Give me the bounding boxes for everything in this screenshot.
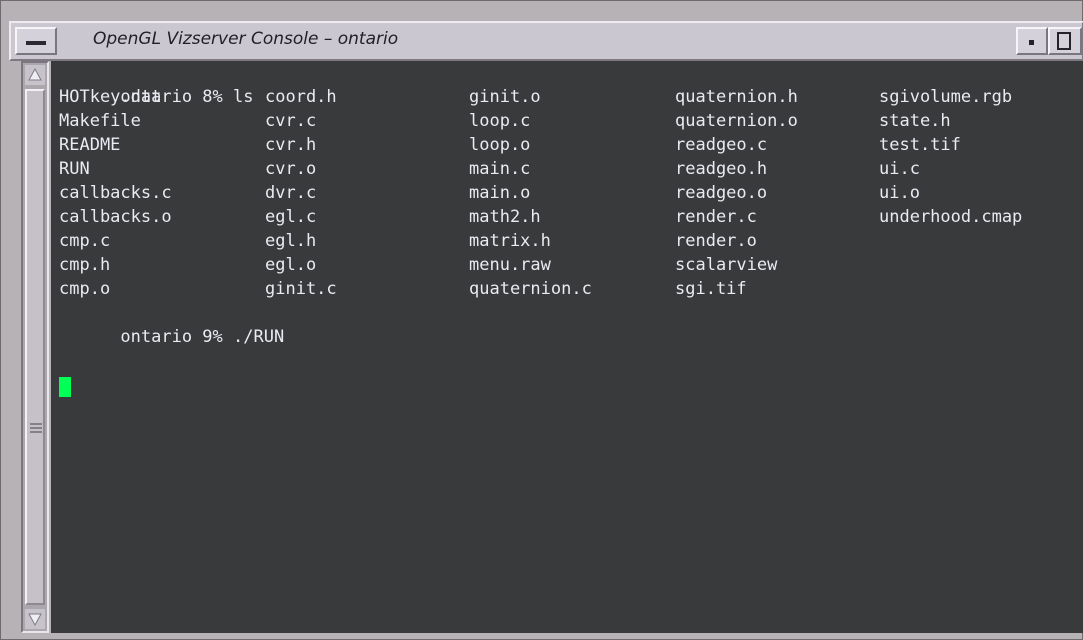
prompt-line: ontario 9% ./RUN	[59, 301, 1083, 347]
cursor-line	[59, 325, 1083, 397]
file-name: quaternion.o	[675, 111, 798, 131]
file-name: egl.c	[265, 207, 317, 227]
file-name: cvr.o	[265, 159, 317, 179]
scroll-down-arrow-icon	[28, 613, 42, 627]
file-name: quaternion.c	[469, 279, 592, 299]
ls-row: cmp.c egl.h matrix.h render.o	[59, 229, 1083, 253]
file-name: readgeo.c	[675, 135, 768, 155]
file-name: scalarview	[675, 255, 778, 275]
title-bar[interactable]: OpenGL Vizserver Console – ontario	[9, 21, 1083, 61]
file-name: egl.h	[265, 231, 317, 251]
scroll-down-button[interactable]	[25, 609, 45, 629]
file-name: render.o	[675, 231, 757, 251]
ls-row: README cvr.h loop.o readgeo.c test.tif	[59, 133, 1083, 157]
file-name: ui.c	[879, 159, 920, 179]
file-name: cvr.c	[265, 111, 317, 131]
ls-row: RUN cvr.o main.c readgeo.h ui.c	[59, 157, 1083, 181]
maximize-button[interactable]	[1048, 27, 1082, 55]
file-name: loop.c	[469, 111, 531, 131]
file-name: quaternion.h	[675, 87, 798, 107]
file-name: main.c	[469, 159, 531, 179]
window-menu-icon	[26, 41, 46, 45]
console-window: OpenGL Vizserver Console – ontario ontar…	[0, 0, 1083, 640]
ls-row: callbacks.o egl.c math2.h render.c under…	[59, 205, 1083, 229]
file-name: egl.o	[265, 255, 317, 275]
file-name: ginit.c	[265, 279, 337, 299]
scroll-grip-icon	[30, 423, 42, 433]
file-name: menu.raw	[469, 255, 551, 275]
file-name: cvr.h	[265, 135, 317, 155]
file-name: sgivolume.rgb	[879, 87, 1013, 107]
file-name: ginit.o	[469, 87, 541, 107]
ls-row: callbacks.c dvr.c main.o readgeo.o ui.o	[59, 181, 1083, 205]
file-name: sgi.tif	[675, 279, 747, 299]
file-name: test.tif	[879, 135, 961, 155]
file-name: coord.h	[265, 87, 337, 107]
file-name: HOTkey.dat	[59, 87, 162, 107]
file-name: readgeo.h	[675, 159, 768, 179]
file-name: dvr.c	[265, 183, 317, 203]
scroll-up-arrow-icon	[28, 67, 42, 81]
terminal-output[interactable]: ontario 8% ls HOTkey.dat coord.h ginit.o…	[51, 61, 1083, 633]
file-name: ui.o	[879, 183, 920, 203]
scroll-thumb[interactable]	[25, 89, 45, 605]
file-name: render.c	[675, 207, 757, 227]
file-name: README	[59, 135, 121, 155]
file-name: cmp.o	[59, 279, 111, 299]
ls-row: cmp.h egl.o menu.raw scalarview	[59, 253, 1083, 277]
file-name: callbacks.o	[59, 207, 172, 227]
ls-row: HOTkey.dat coord.h ginit.o quaternion.h …	[59, 85, 1083, 109]
file-name: math2.h	[469, 207, 541, 227]
file-name: state.h	[879, 111, 951, 131]
ls-row: Makefile cvr.c loop.c quaternion.o state…	[59, 109, 1083, 133]
text-cursor	[59, 377, 71, 397]
file-name: underhood.cmap	[879, 207, 1023, 227]
minimize-button[interactable]	[1016, 27, 1048, 55]
ls-listing: HOTkey.dat coord.h ginit.o quaternion.h …	[59, 85, 1083, 301]
file-name: main.o	[469, 183, 531, 203]
file-name: cmp.h	[59, 255, 111, 275]
file-name: RUN	[59, 159, 90, 179]
file-name: Makefile	[59, 111, 141, 131]
window-menu-button[interactable]	[15, 27, 57, 55]
file-name: callbacks.c	[59, 183, 172, 203]
window-title: OpenGL Vizserver Console – ontario	[93, 29, 399, 49]
ls-row: cmp.o ginit.c quaternion.c sgi.tif	[59, 277, 1083, 301]
file-name: loop.o	[469, 135, 531, 155]
prompt-line: ontario 8% ls	[59, 61, 1083, 107]
scroll-up-button[interactable]	[25, 65, 45, 85]
vertical-scrollbar[interactable]	[21, 61, 49, 633]
file-name: matrix.h	[469, 231, 551, 251]
file-name: readgeo.o	[675, 183, 768, 203]
minimize-icon	[1029, 40, 1034, 45]
file-name: cmp.c	[59, 231, 111, 251]
maximize-icon	[1057, 32, 1071, 50]
